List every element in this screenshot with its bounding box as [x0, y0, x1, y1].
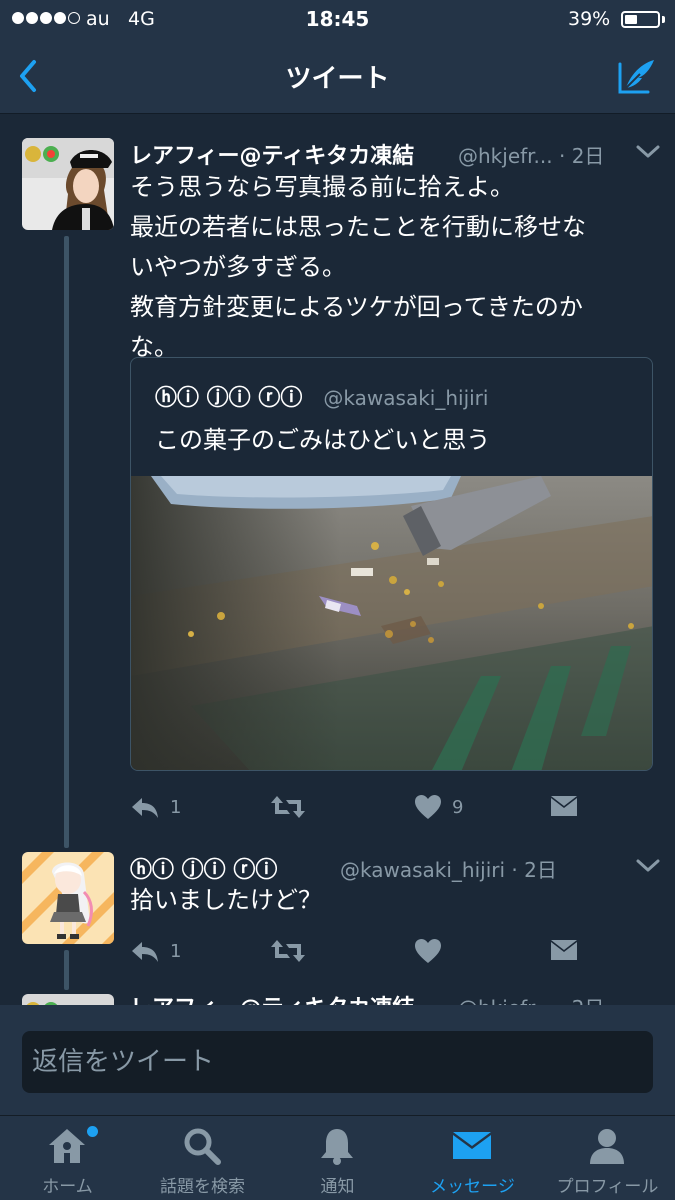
tweet-menu-button[interactable]: [634, 856, 662, 876]
tab-label: 話題を検索: [160, 1177, 245, 1197]
tab-label: ホーム: [42, 1177, 93, 1197]
avatar-reafee[interactable]: [22, 138, 114, 230]
tweet-text-line: そう思うなら写真撮る前に拾えよ。: [130, 173, 514, 201]
heart-icon: [415, 795, 441, 819]
reply-count: 1: [170, 940, 182, 962]
tab-search[interactable]: 話題を検索: [135, 1116, 270, 1200]
tweet-time: · 2日: [511, 858, 557, 882]
compose-tweet-button[interactable]: [612, 54, 658, 98]
reply-icon: [132, 942, 158, 962]
chevron-down-icon: [636, 145, 660, 158]
tweet-detail-screen: au 4G 18:45 39% ツイート レアフィー@ティキタカ凍結 @hkje…: [0, 0, 675, 1200]
envelope-icon: [551, 940, 577, 960]
tweet-time: · 2日: [558, 144, 605, 168]
chevron-down-icon: [636, 859, 660, 872]
battery-icon: [621, 11, 660, 28]
navigation-bar: ツイート: [0, 38, 675, 114]
quoted-tweet[interactable]: ⓗⓘ ⓙⓘ ⓡⓘ @kawasaki_hijiri この菓子のごみはひどいと思う: [130, 357, 653, 771]
reply-count: 1: [170, 796, 182, 818]
tweet-menu-button[interactable]: [634, 142, 662, 162]
quoted-tweet-text: この菓子のごみはひどいと思う: [155, 426, 491, 454]
author-handle[interactable]: @hkjefr... · 2日: [458, 140, 604, 169]
retweet-button[interactable]: [270, 792, 306, 822]
tweet-text-line: いやつが多すぎる。: [130, 253, 346, 281]
like-count: 9: [452, 796, 464, 818]
tab-notifications[interactable]: 通知: [270, 1116, 405, 1200]
retweet-button[interactable]: [270, 936, 306, 966]
envelope-icon: [453, 1132, 491, 1159]
envelope-icon: [551, 796, 577, 816]
like-button[interactable]: 9: [414, 792, 463, 822]
direct-message-button[interactable]: [550, 936, 578, 966]
retweet-icon: [271, 796, 305, 818]
author-name[interactable]: レアフィー@ティキタカ凍結: [130, 138, 414, 170]
retweet-icon: [271, 940, 305, 962]
battery-tip: [662, 16, 665, 23]
reply-icon: [132, 798, 158, 818]
tweet-text: 拾いましたけど？: [130, 886, 322, 914]
heart-icon: [415, 939, 441, 963]
reply-button[interactable]: 1: [130, 792, 181, 822]
tab-profile[interactable]: プロフィール: [540, 1116, 675, 1200]
avatar-illustration: [22, 852, 114, 944]
reply-button[interactable]: 1: [130, 936, 181, 966]
search-icon: [184, 1128, 221, 1165]
quoted-author-name: ⓗⓘ ⓙⓘ ⓡⓘ: [155, 386, 303, 411]
status-bar: au 4G 18:45 39%: [0, 0, 675, 38]
tweet-text-line: 教育方針変更によるツケが回ってきたのか: [130, 293, 583, 321]
quoted-tweet-photo[interactable]: [131, 476, 653, 771]
battery-fill: [625, 15, 637, 24]
author-handle[interactable]: @kawasaki_hijiri · 2日: [340, 854, 557, 883]
direct-message-button[interactable]: [550, 792, 578, 822]
tab-messages[interactable]: メッセージ: [405, 1116, 540, 1200]
quoted-author-handle: @kawasaki_hijiri: [323, 386, 489, 410]
page-title: ツイート: [285, 64, 390, 94]
tweet-text: そう思うなら写真撮る前に拾えよ。 最近の若者には思ったことを行動に移せな いやつ…: [130, 167, 586, 367]
tweet-actions: 1 9: [130, 792, 580, 822]
tweet-actions: 1: [130, 936, 580, 966]
compose-tweet-icon: [618, 60, 654, 94]
battery-percent: 39%: [568, 8, 611, 30]
tab-home[interactable]: ホーム: [0, 1116, 135, 1200]
notification-badge-dot: [87, 1126, 98, 1137]
person-icon: [590, 1129, 624, 1164]
bell-icon: [321, 1129, 353, 1165]
tab-label: メッセージ: [430, 1177, 515, 1197]
avatar-hijiri[interactable]: [22, 852, 114, 944]
author-handle-text: @kawasaki_hijiri: [340, 858, 506, 882]
reply-composer: [0, 1005, 675, 1115]
tab-bar: ホーム 話題を検索 通知 メッセージ プロフィール: [0, 1115, 675, 1200]
home-icon: [49, 1129, 85, 1163]
tab-label: 通知: [320, 1177, 355, 1197]
avatar-photo: [22, 138, 114, 230]
thread-line: [64, 236, 69, 848]
tab-label: プロフィール: [556, 1177, 659, 1197]
tweet-text-line: 最近の若者には思ったことを行動に移せな: [130, 213, 586, 241]
like-button[interactable]: [414, 936, 442, 966]
quoted-tweet-header: ⓗⓘ ⓙⓘ ⓡⓘ @kawasaki_hijiri: [155, 380, 488, 412]
author-handle-text: @hkjefr...: [458, 144, 553, 168]
reply-input[interactable]: [22, 1031, 653, 1093]
thread-line: [64, 950, 69, 990]
